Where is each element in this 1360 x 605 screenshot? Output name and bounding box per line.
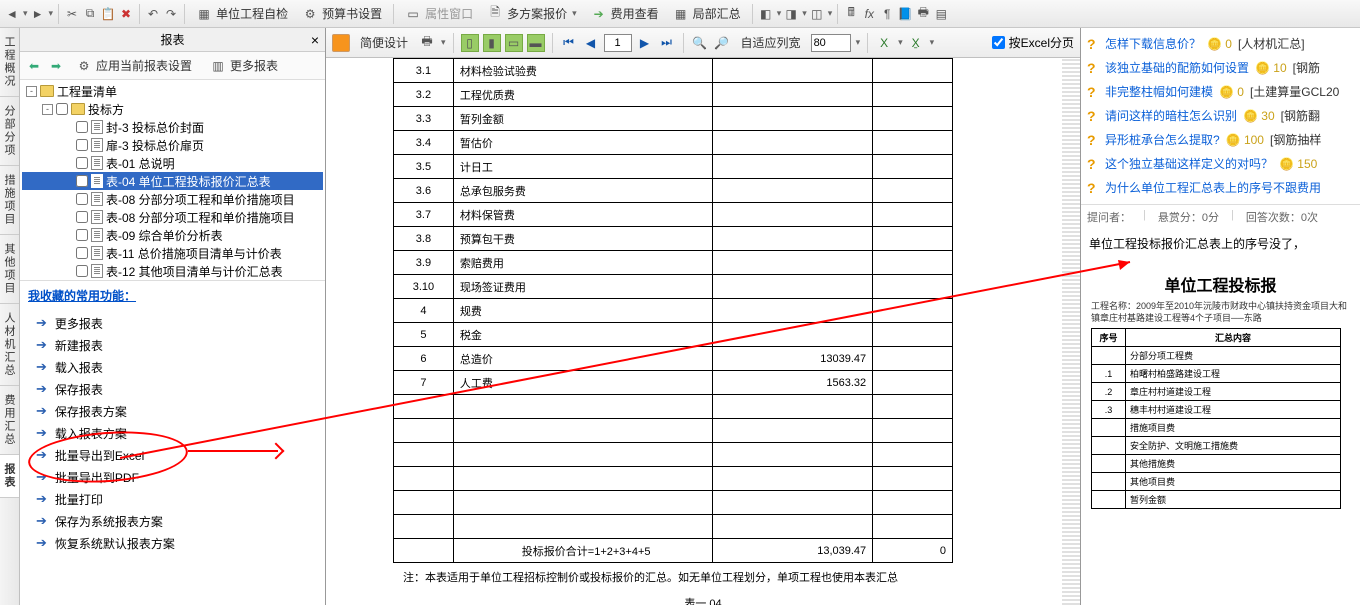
window2-icon: ▥ [210,58,226,74]
vtab-3[interactable]: 其他项目 [0,235,19,304]
vtab-4[interactable]: 人材机汇总 [0,304,19,386]
fit-width-button[interactable]: 自适应列宽 [735,32,807,53]
arrow-right-icon[interactable]: ➡ [48,58,64,74]
grid2-icon: ▦ [673,6,689,22]
excel-paging-label: 按Excel分页 [1009,34,1074,51]
paste-icon[interactable]: 📋 [100,6,116,22]
view3-icon[interactable]: ▭ [505,34,523,52]
report-tree[interactable]: -工程量清单-投标方封-3 投标总价封面扉-3 投标总价扉页表-01 总说明表-… [20,80,325,280]
misc3-icon[interactable]: ◫ [809,6,825,22]
first-page-icon[interactable]: ⏮ [560,34,578,52]
vertical-tabs: 工程概况分部分项措施项目其他项目人材机汇总费用汇总报表 [0,28,20,605]
vtab-1[interactable]: 分部分项 [0,97,19,166]
view4-icon[interactable]: ▬ [527,34,545,52]
zoom-in-icon[interactable]: 🔍 [691,34,709,52]
qa-item[interactable]: ?这个独立基础这样定义的对吗？ 🪙 150 [1087,152,1354,176]
excel-icon[interactable]: X [875,34,893,52]
self-check-button[interactable]: ▦单位工程自检 [190,3,294,24]
calc-icon[interactable]: 🖩 [843,6,859,22]
qa-answers-label: 回答次数：0次 [1246,209,1318,225]
qa-body: 单位工程投标报价汇总表上的序号没了， [1081,229,1360,258]
panel-toolbar: ⬅ ➡ ⚙应用当前报表设置 ▥更多报表 [20,52,325,80]
delete-icon[interactable]: ✖ [118,6,134,22]
panel-title: 报表 [160,31,184,48]
misc1-icon[interactable]: ◧ [758,6,774,22]
vtab-6[interactable]: 报表 [0,455,19,498]
fee-view-button[interactable]: ➔费用查看 [585,3,665,24]
print2-icon[interactable]: 🖶 [418,34,436,52]
close-icon[interactable]: × [311,32,319,48]
pilcrow-icon[interactable]: ¶ [879,6,895,22]
annotation-arrow-2 [120,258,1140,478]
zoom-out-icon[interactable]: 🔎 [713,34,731,52]
preview-toolbar: 简便设计 🖶▾ ▯ ▮ ▭ ▬ ⏮ ◀ ▶ ⏭ 🔍 🔎 自适应列宽 ▾ X▾ X… [326,28,1080,58]
qa-item[interactable]: ?非完整柱帽如何建模 🪙 0 [土建算量GCL20 [1087,80,1354,104]
property-window-button[interactable]: ▭属性窗口 [399,3,479,24]
tree-item[interactable]: 表-08 分部分项工程和单价措施项目 [22,190,323,208]
qa-item[interactable]: ?异形桩承台怎么提取? 🪙 100 [钢筋抽样 [1087,128,1354,152]
tree-item[interactable]: -工程量清单 [22,82,323,100]
doc-gear-icon: ⚙ [302,6,318,22]
tree-item[interactable]: 表-08 分部分项工程和单价措施项目 [22,208,323,226]
gear-icon: ⚙ [76,58,92,74]
main-toolbar: ◄ ▾ ► ▾ ✂ ⧉ 📋 ✖ ↶ ↷ ▦单位工程自检 ⚙预算书设置 ▭属性窗口… [0,0,1360,28]
undo-icon[interactable]: ↶ [145,6,161,22]
grid-icon: ▦ [196,6,212,22]
zoom-input[interactable] [811,34,851,52]
qa-asker-label: 提问者： [1087,209,1131,225]
report-tag: 表一 04 [373,595,1033,605]
local-summary-button[interactable]: ▦局部汇总 [667,3,747,24]
multi-quote-button[interactable]: 🗎多方案报价▾ [481,3,583,24]
design-mode-icon[interactable] [332,34,350,52]
vtab-0[interactable]: 工程概况 [0,28,19,97]
fx-icon[interactable]: fx [861,6,877,22]
qa-item[interactable]: ?为什么单位工程汇总表上的序号不跟费用 [1087,176,1354,200]
view1-icon[interactable]: ▯ [461,34,479,52]
misc2-icon[interactable]: ◨ [783,6,799,22]
print-icon[interactable]: 🖶 [915,6,931,22]
layout-icon[interactable]: ▤ [933,6,949,22]
window-icon: ▭ [405,6,421,22]
excel2-icon[interactable]: X̱ [907,34,925,52]
last-page-icon[interactable]: ⏭ [658,34,676,52]
next-page-icon[interactable]: ▶ [636,34,654,52]
tree-item[interactable]: 表-09 综合单价分析表 [22,226,323,244]
redo-icon[interactable]: ↷ [163,6,179,22]
book-icon[interactable]: 📘 [897,6,913,22]
arrow-icon: ➔ [591,6,607,22]
page-number-input[interactable] [604,34,632,52]
tree-item[interactable]: -投标方 [22,100,323,118]
more-reports-button[interactable]: ▥更多报表 [204,55,284,76]
copy-icon[interactable]: ⧉ [82,6,98,22]
view2-icon[interactable]: ▮ [483,34,501,52]
qa-meta: 提问者： | 悬赏分：0分 | 回答次数：0次 [1081,204,1360,229]
tree-item[interactable]: 表-01 总说明 [22,154,323,172]
vtab-5[interactable]: 费用汇总 [0,386,19,455]
qa-list: ?怎样下载信息价？ 🪙 0 [人材机汇总]?该独立基础的配筋如何设置 🪙 10 … [1081,28,1360,204]
fav-item[interactable]: ➔批量打印 [28,488,317,510]
sheet-icon: 🗎 [487,6,503,22]
qa-bounty-label: 悬赏分：0分 [1158,209,1219,225]
tree-item[interactable]: 扉-3 投标总价扉页 [22,136,323,154]
tree-item[interactable]: 封-3 投标总价封面 [22,118,323,136]
apply-settings-button[interactable]: ⚙应用当前报表设置 [70,55,198,76]
fav-item[interactable]: ➔恢复系统默认报表方案 [28,532,317,554]
nav-back-icon[interactable]: ◄ [4,6,20,22]
qa-item[interactable]: ?该独立基础的配筋如何设置 🪙 10 [钢筋 [1087,56,1354,80]
budget-settings-button[interactable]: ⚙预算书设置 [296,3,388,24]
qa-item[interactable]: ?请问这样的暗柱怎么识别 🪙 30 [钢筋翻 [1087,104,1354,128]
design-mode-button[interactable]: 简便设计 [354,32,414,53]
excel-paging-checkbox[interactable] [992,36,1005,49]
qa-item[interactable]: ?怎样下载信息价？ 🪙 0 [人材机汇总] [1087,32,1354,56]
nav-fwd-icon[interactable]: ► [30,6,46,22]
tree-item[interactable]: 表-04 单位工程投标报价汇总表 [22,172,323,190]
report-note: 注：本表适用于单位工程招标控制价或投标报价的汇总。如无单位工程划分，单项工程也使… [403,569,1033,585]
cut-icon[interactable]: ✂ [64,6,80,22]
prev-page-icon[interactable]: ◀ [582,34,600,52]
arrow-left-icon[interactable]: ⬅ [26,58,42,74]
panel-title-bar: 报表 × [20,28,325,52]
fav-item[interactable]: ➔保存为系统报表方案 [28,510,317,532]
vtab-2[interactable]: 措施项目 [0,166,19,235]
